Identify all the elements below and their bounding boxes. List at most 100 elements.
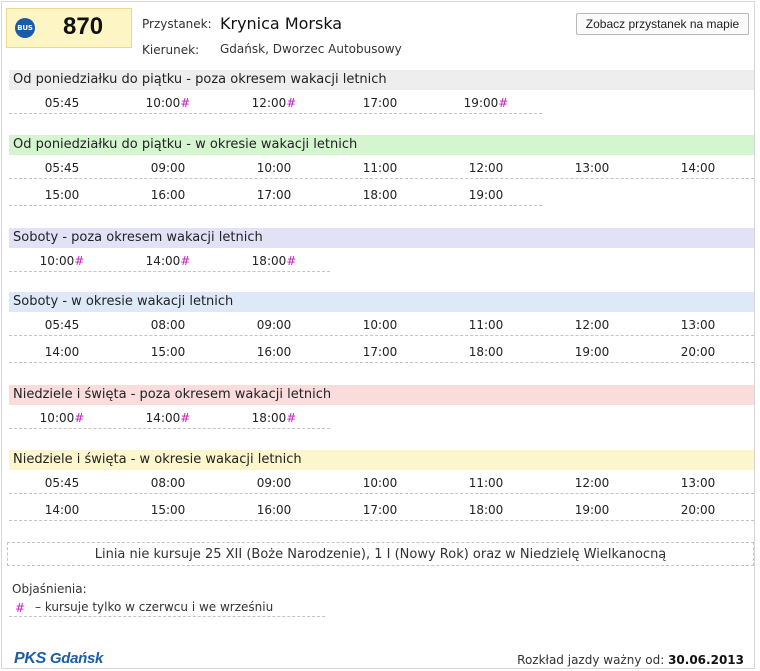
line-number: 870 (63, 13, 104, 40)
stop-name: Krynica Morska (220, 14, 343, 33)
departure-time: 13:00 (645, 474, 751, 492)
departure-time: 13:00 (539, 159, 645, 177)
section-title-sunday-off-season: Niedziele i święta - poza okresem wakacj… (9, 385, 754, 405)
departure-time: 10:00# (9, 252, 115, 270)
departure-time: 18:00 (327, 186, 433, 204)
departure-time: 19:00 (539, 343, 645, 361)
departure-time-value: 14:00 (145, 411, 181, 425)
departure-time-value: 10:00 (362, 318, 398, 332)
departure-row: 05:45 08:00 09:00 10:00 11:00 12:00 13:00 (9, 474, 754, 494)
section-title-weekday-summer: Od poniedziałku do piątku - w okresie wa… (9, 135, 754, 155)
departure-time: 20:00 (645, 343, 751, 361)
departure-time-value: 13:00 (680, 318, 716, 332)
departure-time-value: 08:00 (150, 476, 186, 490)
section-title-sunday-summer: Niedziele i święta - w okresie wakacji l… (9, 450, 754, 470)
timetable-panel: BUS 870 Przystanek: Krynica Morska Kieru… (1, 1, 755, 669)
departure-time: 08:00 (115, 474, 221, 492)
section-title-saturday-off-season: Soboty - poza okresem wakacji letnich (9, 228, 754, 248)
line-badge: BUS 870 (6, 8, 132, 48)
departure-time: 10:00 (327, 474, 433, 492)
departure-time: 14:00 (9, 343, 115, 361)
logo-pks: PKS (14, 650, 46, 667)
departure-time: 17:00 (327, 501, 433, 519)
departure-row: 05:45 09:00 10:00 11:00 12:00 13:00 14:00 (9, 159, 754, 179)
departure-time: 12:00# (221, 94, 327, 112)
departure-time: 11:00 (433, 474, 539, 492)
departure-time: 16:00 (221, 343, 327, 361)
bus-icon: BUS (15, 18, 35, 38)
departure-time-value: 16:00 (256, 503, 292, 517)
logo-city: Gdańsk (49, 650, 104, 667)
departure-time-value: 18:00 (251, 411, 287, 425)
departure-row: 05:45 10:00# 12:00# 17:00 19:00# (9, 94, 542, 114)
departure-time-value: 05:45 (44, 96, 80, 110)
departure-time: 14:00# (115, 409, 221, 427)
departure-time: 15:00 (115, 501, 221, 519)
departure-time-value: 14:00 (145, 254, 181, 268)
direction-label: Kierunek: (142, 43, 200, 57)
departure-time-value: 19:00 (574, 345, 610, 359)
departure-time: 18:00 (433, 501, 539, 519)
valid-from-date: 30.06.2013 (668, 653, 744, 667)
departure-time: 19:00 (539, 501, 645, 519)
departure-time: 20:00 (645, 501, 751, 519)
departure-time-value: 10:00 (39, 411, 75, 425)
departure-time-value: 14:00 (44, 345, 80, 359)
departure-mark: # (180, 254, 191, 268)
departure-time-value: 20:00 (680, 345, 716, 359)
departure-mark: # (286, 411, 297, 425)
departure-time: 10:00 (221, 159, 327, 177)
departure-time: 05:45 (9, 316, 115, 334)
departure-time: 10:00# (9, 409, 115, 427)
valid-from-label: Rozkład jazdy ważny od: (517, 653, 665, 667)
departure-time-value: 17:00 (256, 188, 292, 202)
departure-time-value: 18:00 (468, 503, 504, 517)
section-title-weekday-off-season: Od poniedziałku do piątku - poza okresem… (9, 70, 754, 90)
departure-time-value: 19:00 (574, 503, 610, 517)
departure-mark: # (286, 254, 297, 268)
departure-time: 12:00 (539, 474, 645, 492)
departure-time: 09:00 (115, 159, 221, 177)
legend-text: – kursuje tylko w czerwcu i we wrześniu (35, 600, 274, 614)
pks-gdansk-logo: PKS Gdańsk (14, 650, 103, 668)
departure-time: 17:00 (327, 94, 433, 112)
departure-time-value: 12:00 (574, 476, 610, 490)
departure-time: 18:00# (221, 252, 327, 270)
direction-name: Gdańsk, Dworzec Autobusowy (220, 42, 402, 56)
departure-time: 13:00 (645, 316, 751, 334)
departure-time: 09:00 (221, 316, 327, 334)
departure-time-value: 10:00 (256, 161, 292, 175)
departure-time-value: 14:00 (680, 161, 716, 175)
departure-time: 19:00# (433, 94, 539, 112)
departure-time-value: 10:00 (39, 254, 75, 268)
departure-time: 11:00 (433, 316, 539, 334)
departure-time-value: 15:00 (44, 188, 80, 202)
departure-time: 15:00 (115, 343, 221, 361)
departure-time-value: 18:00 (468, 345, 504, 359)
departure-row: 10:00# 14:00# 18:00# (9, 409, 330, 429)
departure-row: 15:00 16:00 17:00 18:00 19:00 (9, 186, 542, 206)
departure-time: 12:00 (539, 316, 645, 334)
departure-time-value: 17:00 (362, 96, 398, 110)
departure-row: 14:00 15:00 16:00 17:00 18:00 19:00 20:00 (9, 501, 754, 521)
departure-time-value: 14:00 (44, 503, 80, 517)
show-stop-on-map-button[interactable]: Zobacz przystanek na mapie (576, 13, 749, 35)
departure-mark: # (180, 96, 191, 110)
departure-time-value: 15:00 (150, 503, 186, 517)
departure-mark: # (74, 411, 85, 425)
departure-time: 05:45 (9, 474, 115, 492)
stop-label: Przystanek: (142, 17, 212, 31)
departure-time: 17:00 (327, 343, 433, 361)
departure-time: 09:00 (221, 474, 327, 492)
departure-time-value: 09:00 (256, 318, 292, 332)
departure-time: 08:00 (115, 316, 221, 334)
departure-time-value: 05:45 (44, 476, 80, 490)
departure-time: 19:00 (433, 186, 539, 204)
departure-time-value: 09:00 (256, 476, 292, 490)
departure-time-value: 10:00 (145, 96, 181, 110)
departure-time-value: 11:00 (468, 318, 504, 332)
service-exception-note: Linia nie kursuje 25 XII (Boże Narodzeni… (7, 542, 754, 566)
departure-time-value: 05:45 (44, 161, 80, 175)
departure-time-value: 13:00 (574, 161, 610, 175)
departure-time-value: 15:00 (150, 345, 186, 359)
